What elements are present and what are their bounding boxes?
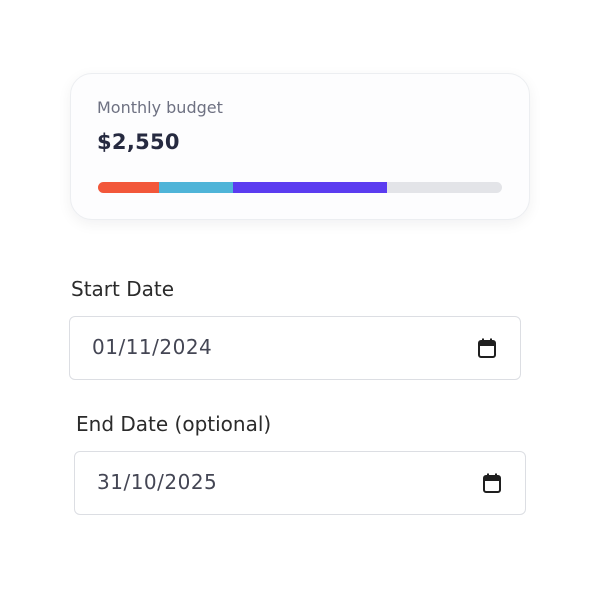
budget-label: Monthly budget: [97, 98, 223, 117]
budget-progress-bar: [98, 182, 502, 193]
start-date-label: Start Date: [71, 277, 175, 301]
budget-bar-segment-1: [98, 182, 160, 193]
budget-amount: $2,550: [97, 130, 180, 154]
start-date-value[interactable]: 01/11/2024: [92, 335, 212, 359]
end-date-label: End Date (optional): [76, 412, 272, 436]
budget-bar-segment-2: [159, 182, 234, 193]
end-date-input[interactable]: 31/10/2025: [74, 451, 526, 515]
end-date-value[interactable]: 31/10/2025: [97, 470, 217, 494]
calendar-icon[interactable]: [478, 338, 496, 358]
calendar-icon[interactable]: [483, 473, 501, 493]
budget-bar-segment-3: [233, 182, 388, 193]
start-date-input[interactable]: 01/11/2024: [69, 316, 521, 380]
monthly-budget-card: Monthly budget $2,550: [70, 73, 530, 220]
budget-form: Monthly budget $2,550 Start Date 01/11/2…: [0, 0, 600, 600]
